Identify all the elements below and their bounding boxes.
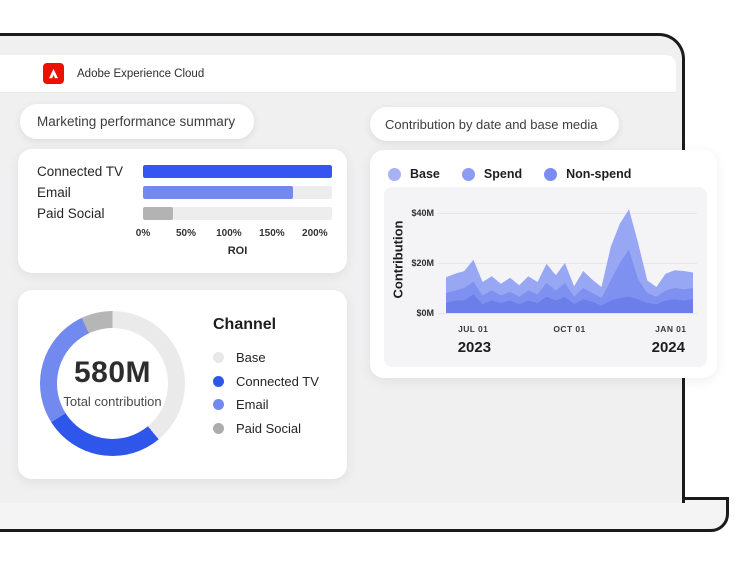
legend-dot-icon (213, 423, 224, 434)
summary-title-pill: Marketing performance summary (20, 104, 254, 139)
roi-bar-fill (143, 186, 293, 199)
channel-legend-items: Base Connected TV Email Paid Social (213, 346, 319, 440)
roi-axis-tick: 200% (302, 228, 328, 239)
roi-bar-label: Connected TV (37, 164, 143, 179)
roi-axis-tick: 150% (259, 228, 285, 239)
roi-axis-tick: 100% (216, 228, 242, 239)
roi-axis: 0%50%100%150%200% (143, 228, 332, 240)
contribution-title-pill: Contribution by date and base media (370, 107, 619, 141)
channel-legend-item[interactable]: Email (213, 393, 319, 417)
area-legend-label: Base (410, 167, 440, 181)
roi-bar-track (143, 207, 332, 220)
legend-dot-icon (213, 352, 224, 363)
donut-total-value: 580M (74, 358, 151, 388)
roi-axis-tick: 50% (176, 228, 196, 239)
contribution-chart-card: BaseSpendNon-spend Contribution $0M$20M$… (370, 150, 717, 378)
roi-bar-chart-card: Connected TV Email Paid Social 0% 50% 100% 15… (18, 149, 347, 273)
y-tick-label: $20M (394, 258, 434, 268)
channel-legend-title: Channel (213, 316, 319, 334)
channel-legend-item[interactable]: Paid Social (213, 417, 319, 441)
x-tick-label: JUL 01 (458, 324, 488, 334)
legend-dot-icon (544, 168, 557, 181)
adobe-a-glyph (46, 66, 61, 81)
summary-title-text: Marketing performance summary (37, 114, 235, 129)
contribution-title-text: Contribution by date and base media (385, 117, 597, 132)
roi-bar-track (143, 165, 332, 178)
brand-name: Adobe Experience Cloud (77, 68, 204, 80)
area-chart-panel: Contribution $0M$20M$40MJUL 01OCT 01JAN … (384, 187, 707, 367)
channel-legend-item[interactable]: Base (213, 346, 319, 370)
roi-bar-track (143, 186, 332, 199)
year-label: 2023 (458, 339, 491, 356)
y-tick-label: $0M (394, 308, 434, 318)
channel-legend: Channel Base Connected TV Email Paid Social (213, 316, 319, 440)
roi-axis-title: ROI (143, 245, 332, 257)
roi-bar-row: Email (37, 183, 332, 201)
roi-bar-label: Paid Social (37, 206, 143, 221)
channel-legend-label: Paid Social (236, 421, 301, 436)
roi-axis-tick: 0% (136, 228, 150, 239)
area-chart-svg (446, 208, 693, 314)
x-tick-label: OCT 01 (553, 324, 585, 334)
roi-bar-row: Connected TV (37, 162, 332, 180)
area-chart-legend: Base Spend Non-spend (388, 159, 653, 189)
channel-legend-label: Connected TV (236, 374, 319, 389)
x-tick-label: JAN 01 (655, 324, 686, 334)
roi-bar-row: Paid Social (37, 204, 332, 222)
area-legend-label: Non-spend (566, 167, 631, 181)
header-bar: Adobe Experience Cloud (0, 55, 676, 93)
donut-chart-card: 580M Total contribution Channel Base Conn… (18, 290, 347, 479)
roi-bar-fill (143, 165, 332, 178)
donut-center: 580M Total contribution (57, 328, 168, 439)
area-legend-item[interactable]: Non-spend (544, 167, 631, 181)
roi-bar-label: Email (37, 185, 143, 200)
year-label: 2024 (652, 339, 685, 356)
legend-dot-icon (213, 399, 224, 410)
area-legend-item[interactable]: Spend (462, 167, 522, 181)
roi-bar-fill (143, 207, 173, 220)
legend-dot-icon (213, 376, 224, 387)
area-legend-item[interactable]: Base (388, 167, 440, 181)
adobe-logo-icon (43, 63, 64, 84)
channel-legend-label: Base (236, 350, 266, 365)
channel-legend-item[interactable]: Connected TV (213, 370, 319, 394)
channel-legend-label: Email (236, 397, 269, 412)
donut-chart: 580M Total contribution (40, 311, 185, 456)
legend-dot-icon (462, 168, 475, 181)
donut-total-label: Total contribution (63, 394, 161, 409)
legend-dot-icon (388, 168, 401, 181)
area-legend-label: Spend (484, 167, 522, 181)
y-tick-label: $40M (394, 208, 434, 218)
